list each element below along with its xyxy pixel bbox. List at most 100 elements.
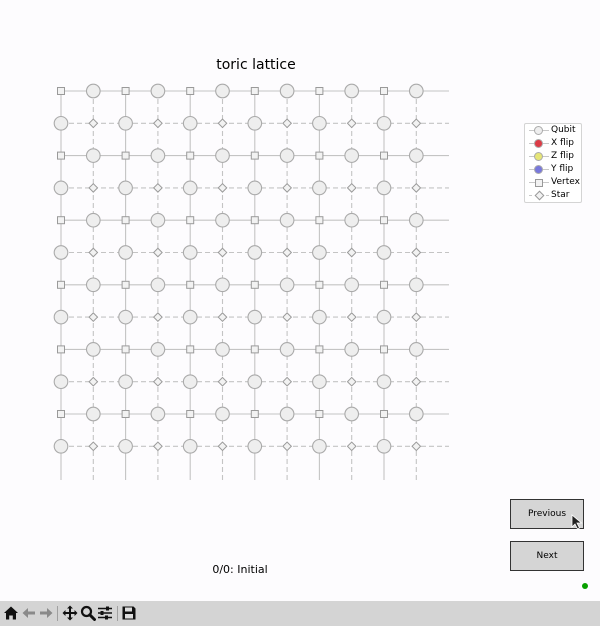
x-flip-marker-icon: [534, 139, 543, 148]
mouse-cursor-icon: [571, 514, 583, 530]
star-marker: [282, 247, 293, 258]
star-marker: [282, 312, 293, 323]
star-marker: [217, 182, 228, 193]
qubit-marker: [344, 406, 360, 422]
vertex-marker: [315, 216, 324, 225]
star-marker: [411, 118, 422, 129]
qubit-marker: [312, 115, 327, 131]
vertex-marker: [250, 87, 259, 95]
vertex-marker: [250, 410, 259, 418]
star-marker: [88, 376, 99, 387]
configure-icon[interactable]: [97, 605, 113, 621]
vertex-marker: [380, 87, 388, 95]
qubit-marker: [85, 342, 101, 357]
qubit-marker: [376, 374, 392, 390]
qubit-marker: [376, 245, 392, 260]
star-marker: [411, 182, 422, 193]
star-marker: [88, 247, 99, 258]
star-marker: [88, 441, 99, 452]
vertex-marker: [121, 216, 130, 225]
next-button[interactable]: Next: [510, 541, 584, 571]
star-marker: [88, 182, 99, 193]
back-icon[interactable]: [21, 605, 37, 621]
star-marker: [346, 312, 357, 323]
qubit-marker: [215, 212, 230, 228]
vertex-marker: [315, 410, 324, 418]
vertex-marker: [186, 410, 195, 418]
vertex-marker: [121, 410, 130, 418]
qubit-marker: [344, 342, 360, 357]
forward-icon[interactable]: [38, 605, 54, 621]
qubit-marker: [53, 374, 69, 390]
star-marker: [152, 441, 163, 452]
qubit-marker: [247, 245, 263, 260]
vertex-marker: [186, 216, 195, 225]
qubit-marker: [215, 83, 230, 99]
legend-item-star: Star: [525, 189, 581, 202]
qubit-marker: [53, 115, 69, 131]
save-icon[interactable]: [121, 605, 137, 621]
qubit-marker: [312, 309, 327, 325]
qubit-marker: [312, 438, 327, 454]
vertex-marker: [380, 410, 388, 418]
vertex-marker: [315, 280, 324, 289]
vertex-marker: [315, 345, 324, 354]
qubit-marker: [53, 245, 69, 260]
star-marker: [411, 376, 422, 387]
qubit-marker: [279, 342, 295, 357]
y-flip-marker-icon: [534, 165, 543, 174]
qubit-marker: [118, 309, 133, 325]
zoom-icon[interactable]: [80, 605, 96, 621]
z-flip-marker-icon: [534, 152, 543, 161]
qubit-marker: [53, 309, 69, 325]
qubit-marker: [279, 406, 295, 422]
vertex-marker: [57, 345, 65, 354]
qubit-marker: [85, 277, 101, 293]
qubit-marker: [279, 277, 295, 293]
vertex-marker: [186, 345, 195, 354]
qubit-marker: [408, 342, 424, 357]
vertex-marker: [380, 345, 388, 354]
qubit-marker: [215, 342, 230, 357]
star-marker: [88, 312, 99, 323]
qubit-marker: [376, 115, 392, 131]
toolbar: [0, 601, 600, 626]
qubit-marker: [150, 277, 166, 293]
legend-item-x-flip: X flip: [525, 137, 581, 150]
star-marker: [217, 312, 228, 323]
qubit-marker: [247, 438, 263, 454]
qubit-marker: [408, 83, 424, 99]
pan-icon[interactable]: [62, 605, 78, 621]
star-marker: [411, 441, 422, 452]
status-text: 0/0: Initial: [212, 563, 268, 576]
star-marker: [346, 118, 357, 129]
star-marker: [152, 182, 163, 193]
qubit-marker: [408, 148, 424, 163]
star-marker: [282, 441, 293, 452]
star-marker: [152, 247, 163, 258]
qubit-marker: [312, 245, 327, 260]
home-icon[interactable]: [3, 605, 19, 621]
qubit-marker: [279, 83, 295, 99]
qubit-marker: [408, 277, 424, 293]
qubit-marker: [344, 212, 360, 228]
qubit-marker: [150, 148, 166, 163]
star-marker: [346, 376, 357, 387]
qubit-marker: [118, 374, 133, 390]
star-marker: [152, 118, 163, 129]
qubit-marker: [247, 180, 263, 196]
star-marker-icon: [534, 190, 544, 201]
qubit-marker: [118, 180, 133, 196]
qubit-marker: [182, 374, 198, 390]
qubit-marker: [312, 374, 327, 390]
star-marker: [346, 247, 357, 258]
qubit-marker: [182, 245, 198, 260]
vertex-marker: [186, 151, 195, 160]
qubit-marker: [150, 342, 166, 357]
qubit-marker: [182, 115, 198, 131]
qubit-marker: [344, 148, 360, 163]
qubit-marker: [53, 180, 69, 196]
vertex-marker: [186, 280, 195, 289]
vertex-marker: [250, 216, 259, 225]
qubit-marker: [85, 406, 101, 422]
